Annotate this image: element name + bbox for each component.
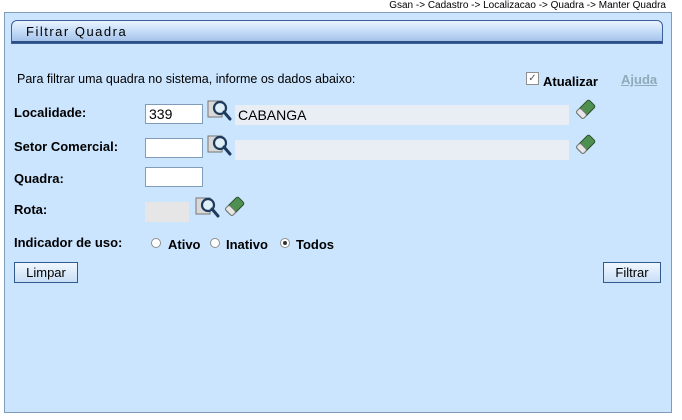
setor-code-input[interactable] (145, 138, 203, 158)
intro-text: Para filtrar uma quadra no sistema, info… (17, 72, 356, 86)
radio-todos-label: Todos (296, 237, 335, 252)
breadcrumb: Gsan -> Cadastro -> Localizacao -> Quadr… (389, 0, 666, 11)
localidade-search-icon[interactable] (206, 98, 232, 122)
rota-label: Rota: (14, 202, 48, 217)
radio-inativo[interactable] (210, 238, 220, 248)
filter-panel: Filtrar Quadra Para filtrar uma quadra n… (4, 12, 672, 413)
setor-label: Setor Comercial: (14, 139, 119, 154)
rota-eraser-icon[interactable] (222, 195, 248, 219)
page-title: Filtrar Quadra (26, 24, 128, 39)
radio-inativo-label: Inativo (226, 237, 268, 252)
quadra-label: Quadra: (14, 171, 64, 186)
radio-ativo-label: Ativo (168, 237, 201, 252)
title-bar: Filtrar Quadra (11, 20, 663, 44)
rota-input (145, 202, 189, 222)
atualizar-label: Atualizar (543, 74, 598, 89)
atualizar-checkbox[interactable]: ✓ (526, 72, 539, 85)
localidade-code-input[interactable]: 339 (145, 104, 203, 124)
setor-eraser-icon[interactable] (573, 133, 599, 157)
setor-description (235, 140, 569, 160)
indicador-label: Indicador de uso: (14, 235, 123, 250)
radio-todos[interactable] (280, 238, 290, 248)
rota-search-icon[interactable] (194, 195, 220, 219)
filter-button[interactable]: Filtrar (603, 262, 661, 283)
localidade-description: CABANGA (235, 105, 569, 125)
localidade-label: Localidade: (14, 105, 87, 120)
help-link[interactable]: Ajuda (621, 72, 657, 87)
radio-ativo[interactable] (151, 238, 161, 248)
setor-search-icon[interactable] (206, 133, 232, 157)
localidade-eraser-icon[interactable] (573, 98, 599, 122)
quadra-input[interactable] (145, 167, 203, 187)
clear-button[interactable]: Limpar (14, 262, 78, 283)
